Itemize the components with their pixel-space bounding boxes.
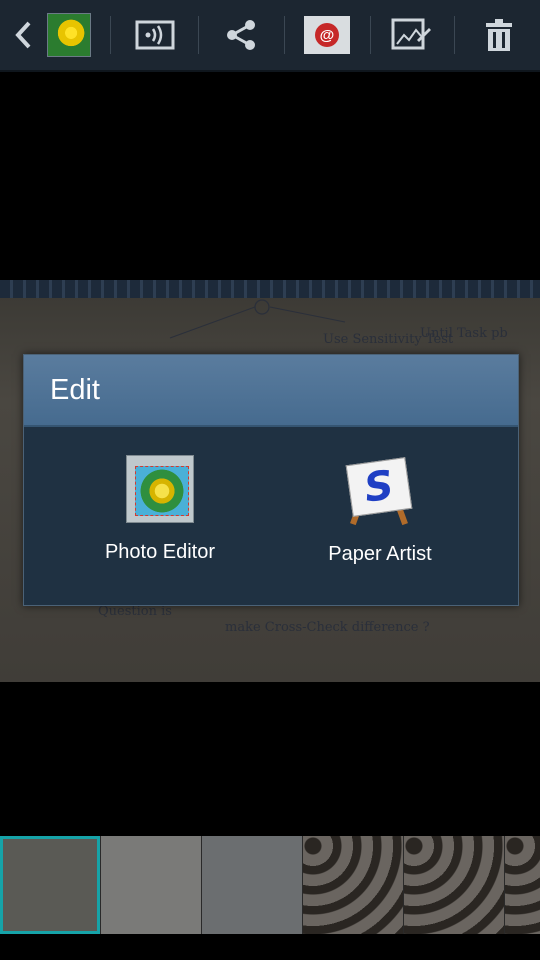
paper-artist-option[interactable]: S Paper Artist bbox=[270, 455, 490, 585]
toolbar-divider bbox=[198, 16, 199, 54]
dialog-options: Photo Editor S Paper Artist bbox=[24, 427, 518, 605]
filmstrip-thumb-6[interactable] bbox=[505, 836, 540, 934]
filmstrip-thumb-3[interactable] bbox=[202, 836, 302, 934]
photo-editor-icon bbox=[126, 455, 194, 523]
chevron-left-icon bbox=[15, 21, 31, 49]
filmstrip-thumb-2[interactable] bbox=[101, 836, 201, 934]
share-icon bbox=[227, 20, 255, 50]
filmstrip-thumb-1[interactable] bbox=[0, 836, 100, 934]
flower-thumbnail-icon bbox=[47, 13, 91, 57]
email-button[interactable]: @ bbox=[302, 0, 352, 70]
handwriting-line-4: make Cross-Check difference ? bbox=[225, 620, 430, 635]
filmstrip-thumb-5[interactable] bbox=[404, 836, 504, 934]
toolbar-divider bbox=[454, 16, 455, 54]
toolbar-divider bbox=[110, 16, 111, 54]
filmstrip bbox=[0, 836, 540, 934]
handwriting-line-2: Until Task pb bbox=[420, 326, 508, 341]
toolbar-divider bbox=[284, 16, 285, 54]
paper-artist-label: Paper Artist bbox=[328, 543, 432, 565]
app-thumbnail[interactable] bbox=[46, 0, 92, 70]
edit-icon bbox=[391, 18, 431, 50]
delete-button[interactable] bbox=[476, 0, 522, 70]
trash-icon bbox=[486, 19, 512, 51]
action-bar: @ bbox=[0, 0, 540, 70]
photo-editor-option[interactable]: Photo Editor bbox=[50, 455, 270, 585]
email-icon: @ bbox=[304, 16, 350, 54]
edit-button[interactable] bbox=[388, 0, 434, 70]
handwriting-line-3: Question is bbox=[98, 604, 172, 619]
dialog-title: Edit bbox=[24, 355, 518, 427]
share-button[interactable] bbox=[218, 0, 264, 70]
edit-dialog: Edit Photo Editor S Paper Artist bbox=[23, 354, 519, 606]
screen-mirroring-button[interactable] bbox=[130, 0, 180, 70]
paper-artist-icon: S bbox=[345, 455, 415, 526]
photo-editor-label: Photo Editor bbox=[104, 541, 216, 563]
toolbar-divider bbox=[370, 16, 371, 54]
filmstrip-thumb-4[interactable] bbox=[303, 836, 403, 934]
screen-mirroring-icon bbox=[135, 20, 175, 50]
back-button[interactable] bbox=[8, 0, 38, 70]
